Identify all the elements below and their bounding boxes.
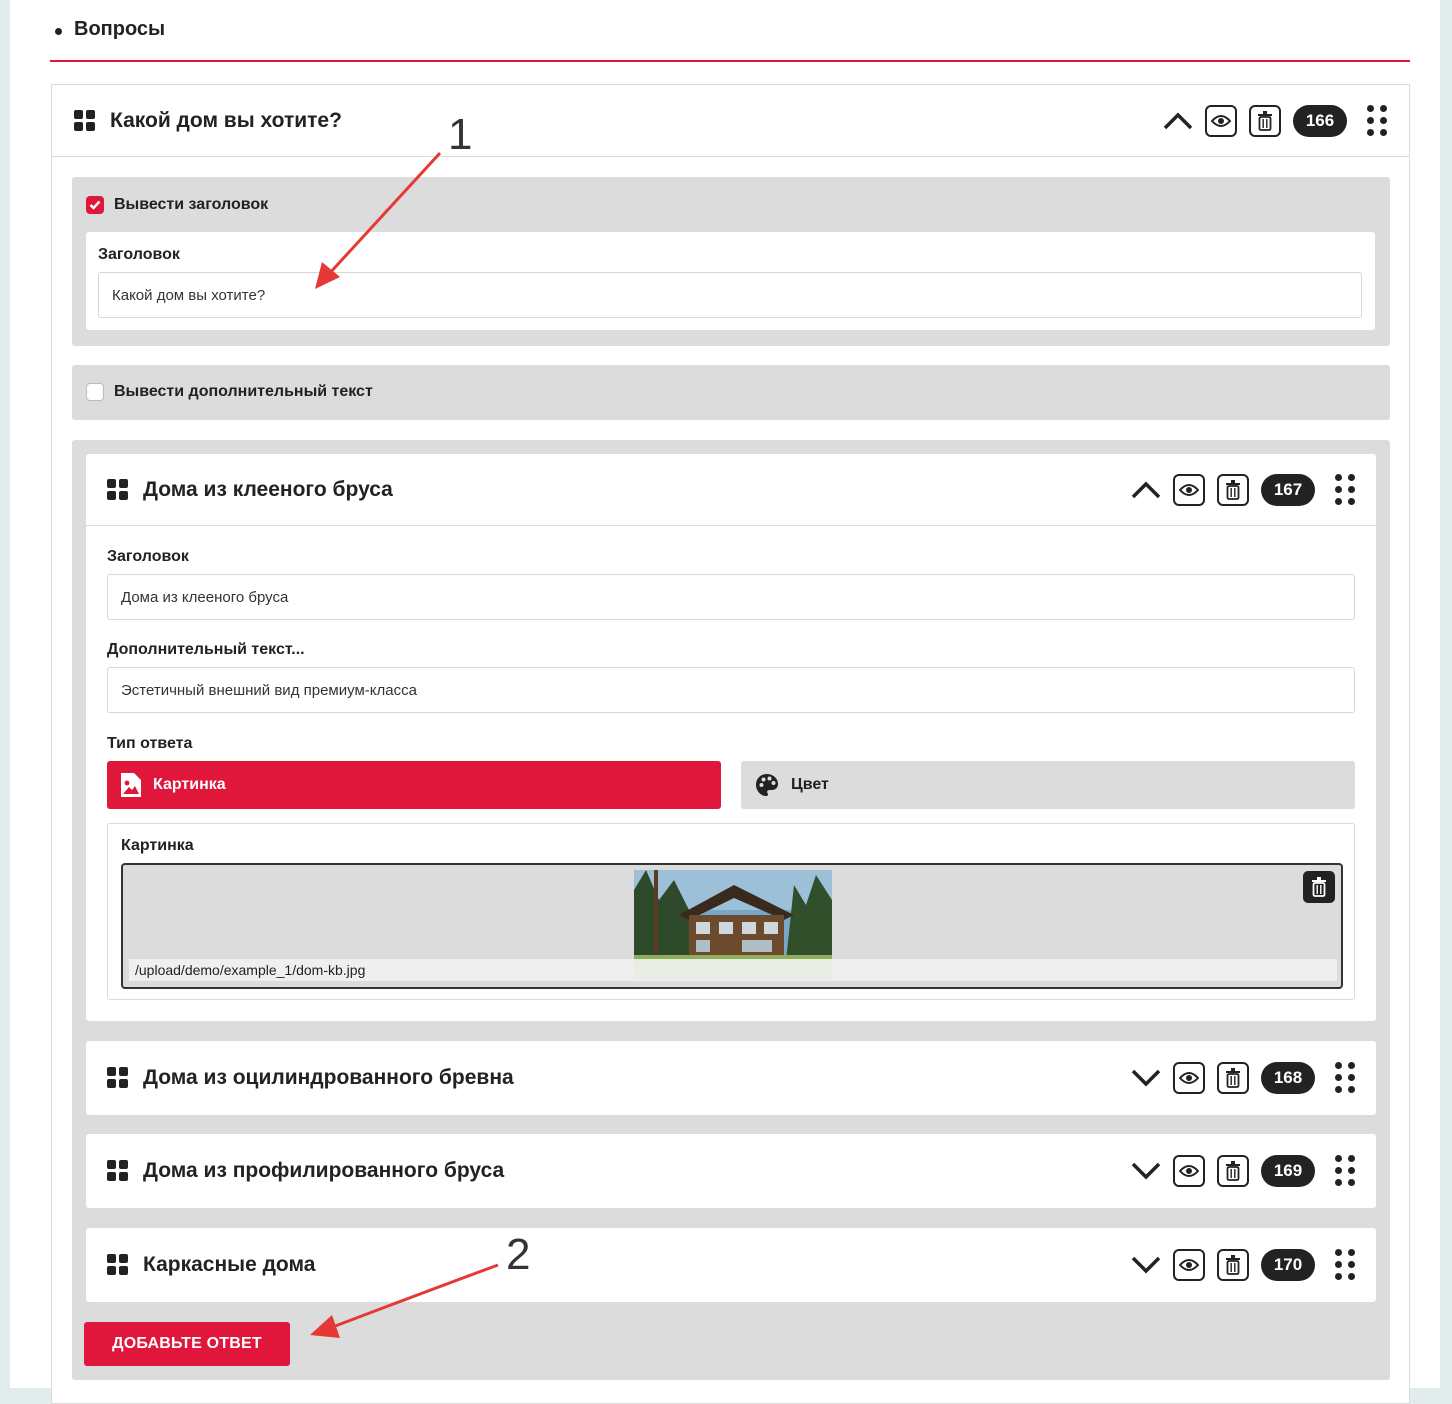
eye-icon[interactable] <box>1173 1155 1205 1187</box>
answer-tools: 167 <box>1129 471 1355 509</box>
chevron-up-icon[interactable] <box>1129 473 1163 507</box>
palette-icon <box>756 774 778 796</box>
section-heading: Вопросы <box>50 18 1410 62</box>
page: Вопросы Какой дом вы хотите? 166 Вывести… <box>10 0 1440 1404</box>
show-title-label: Вывести заголовок <box>114 196 269 213</box>
trash-icon[interactable] <box>1217 1249 1249 1281</box>
answer-extra-field-label: Дополнительный текст... <box>107 641 305 658</box>
answer-type-label: Тип ответа <box>107 735 193 752</box>
image-icon <box>121 773 141 797</box>
type-image-button[interactable]: Картинка <box>107 761 721 809</box>
type-color-button[interactable]: Цвет <box>741 761 1355 809</box>
answer-tools: 170 <box>1129 1246 1355 1284</box>
drag-dots-icon[interactable] <box>1335 1155 1355 1187</box>
add-answer-button[interactable]: ДОБАВЬТЕ ОТВЕТ <box>84 1322 290 1366</box>
title-field-box: Заголовок Какой дом вы хотите? <box>86 232 1375 330</box>
drag-handle-icon[interactable] <box>107 1254 129 1276</box>
answer-title: Дома из клееного бруса <box>143 478 393 501</box>
answer-extra-input[interactable]: Эстетичный внешний вид премиум-класса <box>107 667 1355 713</box>
answers-container: Дома из клееного бруса 167 Заголовок Дом… <box>72 440 1390 1380</box>
image-path-bar: /upload/demo/example_1/dom-kb.jpg <box>129 959 1337 981</box>
header-divider <box>52 156 1409 157</box>
answer-card-collapsed: Дома из оцилиндрованного бревна 168 <box>86 1041 1376 1115</box>
answer-header[interactable]: Каркасные дома 170 <box>107 1246 1355 1284</box>
answer-card-collapsed: Дома из профилированного бруса 169 <box>86 1134 1376 1208</box>
question-tools: 166 <box>1161 102 1387 140</box>
eye-icon[interactable] <box>1205 105 1237 137</box>
id-badge: 170 <box>1261 1249 1315 1281</box>
show-extra-text-row[interactable]: Вывести дополнительный текст <box>86 383 373 401</box>
show-extra-text-label: Вывести дополнительный текст <box>114 383 373 400</box>
id-badge: 167 <box>1261 474 1315 506</box>
bullet-icon <box>55 28 62 35</box>
answer-header[interactable]: Дома из профилированного бруса 169 <box>107 1152 1355 1190</box>
annotation-label-1: 1 <box>448 110 473 159</box>
answer-tools: 169 <box>1129 1152 1355 1190</box>
eye-icon[interactable] <box>1173 474 1205 506</box>
drag-dots-icon[interactable] <box>1367 105 1387 137</box>
id-badge: 169 <box>1261 1155 1315 1187</box>
type-image-label: Картинка <box>153 776 226 793</box>
answer-title-input[interactable]: Дома из клееного бруса <box>107 574 1355 620</box>
drag-handle-icon[interactable] <box>74 110 96 132</box>
image-field-label: Картинка <box>121 837 194 854</box>
question-title: Какой дом вы хотите? <box>110 109 342 132</box>
show-extra-text-checkbox[interactable] <box>86 383 104 401</box>
chevron-up-icon[interactable] <box>1161 104 1195 138</box>
drag-handle-icon[interactable] <box>107 479 129 501</box>
section-title: Вопросы <box>74 18 166 40</box>
answer-header-divider <box>86 525 1376 526</box>
question-header[interactable]: Какой дом вы хотите? 166 <box>74 102 1387 140</box>
annotation-label-2: 2 <box>506 1230 531 1279</box>
answer-header[interactable]: Дома из оцилиндрованного бревна 168 <box>107 1059 1355 1097</box>
trash-icon[interactable] <box>1217 1062 1249 1094</box>
eye-icon[interactable] <box>1173 1249 1205 1281</box>
trash-icon[interactable] <box>1217 1155 1249 1187</box>
show-title-checkbox[interactable] <box>86 196 104 214</box>
eye-icon[interactable] <box>1173 1062 1205 1094</box>
trash-icon[interactable] <box>1303 871 1335 903</box>
question-card: Какой дом вы хотите? 166 Вывести заголов… <box>51 84 1410 1404</box>
show-extra-text-panel: Вывести дополнительный текст <box>72 365 1390 420</box>
image-dropzone[interactable]: /upload/demo/example_1/dom-kb.jpg <box>121 863 1343 989</box>
drag-dots-icon[interactable] <box>1335 474 1355 506</box>
trash-icon[interactable] <box>1249 105 1281 137</box>
chevron-down-icon[interactable] <box>1129 1248 1163 1282</box>
id-badge: 166 <box>1293 105 1347 137</box>
image-field-box: Картинка /upload/demo/example_1/dom-kb.j… <box>107 823 1355 1000</box>
answer-card-expanded: Дома из клееного бруса 167 Заголовок Дом… <box>86 454 1376 1021</box>
answer-title: Дома из профилированного бруса <box>143 1159 505 1182</box>
drag-dots-icon[interactable] <box>1335 1062 1355 1094</box>
drag-handle-icon[interactable] <box>107 1067 129 1089</box>
answer-card-collapsed: Каркасные дома 170 <box>86 1228 1376 1302</box>
drag-handle-icon[interactable] <box>107 1160 129 1182</box>
title-field-label: Заголовок <box>98 246 180 263</box>
trash-icon[interactable] <box>1217 474 1249 506</box>
answer-title-field-label: Заголовок <box>107 548 189 565</box>
answer-title: Каркасные дома <box>143 1253 316 1276</box>
answer-title: Дома из оцилиндрованного бревна <box>143 1066 514 1089</box>
answer-header[interactable]: Дома из клееного бруса 167 <box>107 471 1355 509</box>
id-badge: 168 <box>1261 1062 1315 1094</box>
type-color-label: Цвет <box>791 776 829 793</box>
chevron-down-icon[interactable] <box>1129 1061 1163 1095</box>
drag-dots-icon[interactable] <box>1335 1249 1355 1281</box>
chevron-down-icon[interactable] <box>1129 1154 1163 1188</box>
question-title-input[interactable]: Какой дом вы хотите? <box>98 272 1362 318</box>
answer-tools: 168 <box>1129 1059 1355 1097</box>
show-title-row[interactable]: Вывести заголовок <box>86 196 268 214</box>
show-title-panel: Вывести заголовок Заголовок Какой дом вы… <box>72 177 1390 346</box>
